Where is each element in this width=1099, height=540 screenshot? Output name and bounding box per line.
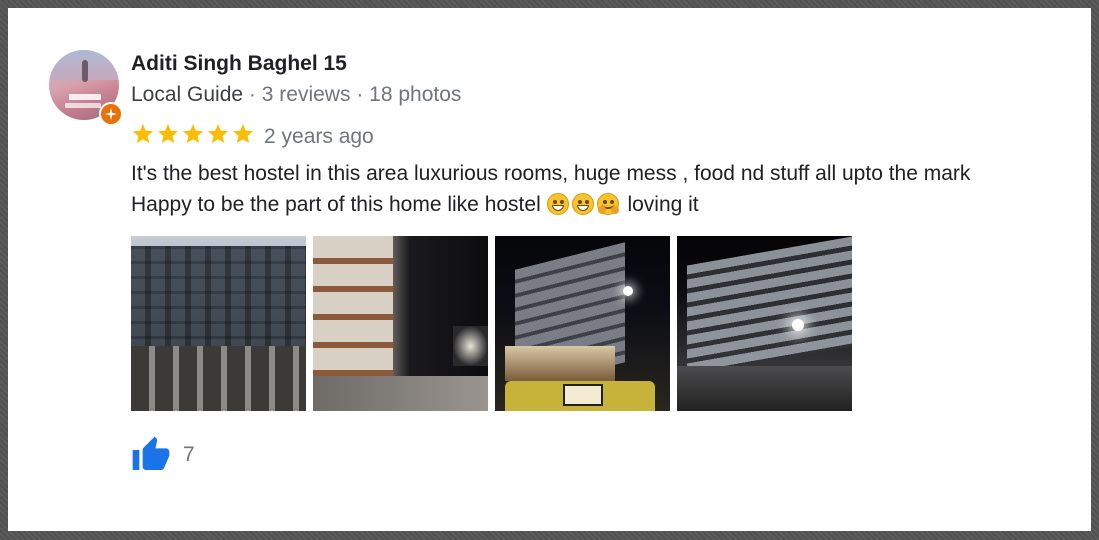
star-icon — [158, 124, 178, 143]
meta-separator-2: · — [356, 83, 364, 106]
avatar-figure — [82, 60, 88, 82]
reviewer-name[interactable]: Aditi Singh Baghel 15 — [131, 52, 347, 76]
like-count: 7 — [183, 443, 195, 466]
review-line-2: Happy to be the part of this home like h… — [131, 189, 1071, 220]
thumbs-up-icon[interactable] — [131, 435, 171, 475]
star-icon — [183, 124, 203, 143]
like-section: 7 — [131, 435, 195, 475]
review-line-2-start: Happy to be the part of this home like h… — [131, 193, 541, 216]
avatar-text-mark-2 — [65, 103, 101, 108]
building-night-street-photo[interactable] — [677, 236, 852, 411]
local-guide-label: Local Guide — [131, 83, 244, 106]
review-photos — [131, 236, 852, 411]
review-card: Aditi Singh Baghel 15 Local Guide · 3 re… — [8, 8, 1091, 531]
review-count: 3 reviews — [261, 83, 351, 106]
review-line-2-end: loving it — [627, 193, 699, 216]
hugging-face-emoji-icon — [596, 193, 619, 215]
photo-count: 18 photos — [369, 83, 462, 106]
star-icon — [233, 124, 253, 143]
review-text: It's the best hostel in this area luxuri… — [131, 158, 1071, 220]
grinning-face-emoji-icon — [546, 193, 569, 215]
star-icon — [133, 124, 153, 143]
review-time: 2 years ago — [264, 125, 374, 148]
reviewer-meta: Local Guide · 3 reviews · 18 photos — [131, 83, 461, 107]
review-line-1: It's the best hostel in this area luxuri… — [131, 162, 971, 185]
grinning-face-emoji-icon — [571, 193, 594, 215]
meta-separator: · — [248, 83, 256, 106]
star-burst-icon — [105, 108, 117, 120]
local-guide-badge-icon — [99, 102, 123, 126]
star-rating — [131, 122, 255, 148]
hostel-building-night-photo[interactable] — [495, 236, 670, 411]
hostel-building-daytime-photo[interactable] — [131, 236, 306, 411]
street-night-photo[interactable] — [313, 236, 488, 411]
avatar-text-mark — [69, 94, 101, 100]
star-icon — [208, 124, 228, 143]
